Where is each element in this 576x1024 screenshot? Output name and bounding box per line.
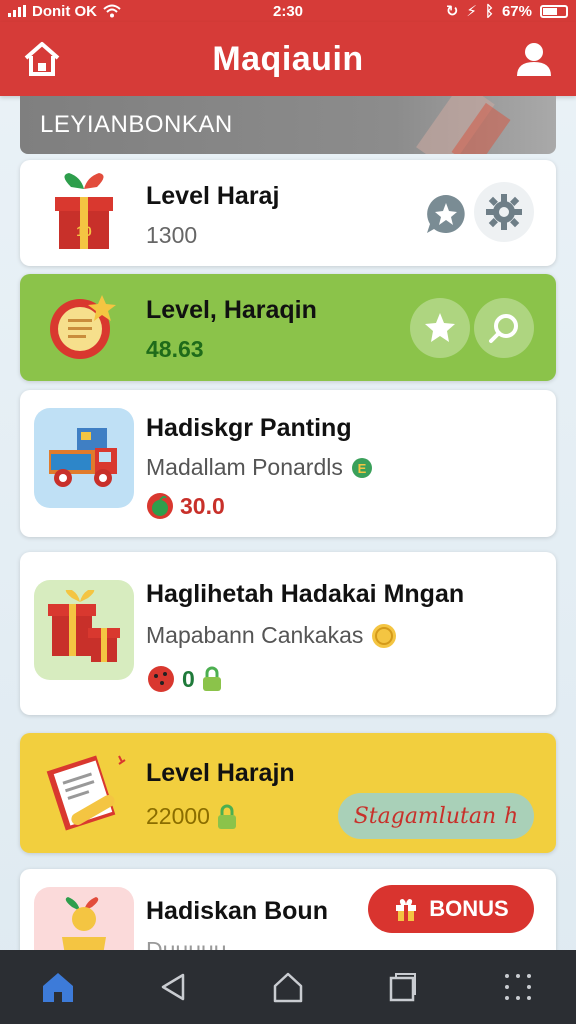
gift-icon — [396, 899, 417, 921]
status-left: Donit OK — [8, 3, 208, 20]
nav-home-button[interactable] — [28, 957, 88, 1017]
card-title: Hadiskan Boun — [146, 897, 328, 925]
chat-star-icon — [427, 195, 465, 233]
list-item-level-harajn[interactable]: Level Harajn 22000 Stagamlutan ℎ — [20, 733, 556, 853]
svg-text:10: 10 — [76, 223, 92, 239]
lock-icon — [217, 804, 236, 829]
bluetooth-icon: ᛒ — [484, 2, 494, 20]
search-icon — [489, 314, 518, 343]
card-subtitle: Madallam Ponardls E — [146, 454, 373, 481]
recents-icon — [389, 973, 417, 1002]
star-icon — [425, 313, 455, 342]
card-value: 48.63 — [146, 336, 204, 362]
card-title: Level Harajn — [146, 759, 295, 787]
list-item-level-haraqin[interactable]: Level, Haraqin 48.63 — [20, 274, 556, 381]
status-right: ↻ ⚡ ᛒ 67% — [368, 2, 568, 20]
card-value: 22000 — [146, 803, 210, 829]
app-header: Maqiauin — [0, 22, 576, 96]
profile-icon[interactable] — [514, 39, 554, 79]
card-value: 30.0 — [180, 492, 225, 519]
section-banner: LEYIANBONKAN — [20, 96, 556, 154]
gift-stack-icon — [34, 580, 134, 680]
lock-icon — [202, 666, 221, 691]
toy-truck-icon — [34, 408, 134, 508]
chevron-icon: ℎ — [504, 803, 519, 829]
certificate-icon — [34, 743, 134, 843]
card-title: Level, Haraqin — [146, 296, 317, 324]
page-title: Maqiauin — [212, 39, 364, 78]
wifi-icon — [103, 4, 121, 18]
nav-home-outline-button[interactable] — [258, 957, 318, 1017]
card-title: Haglihetah Hadakai Mngan — [146, 580, 465, 608]
svg-text:E: E — [358, 461, 367, 476]
back-icon — [161, 973, 185, 1001]
sync-icon: ↻ — [445, 3, 459, 20]
card-value-row: 30.0 — [146, 492, 225, 520]
coin-badge-icon: E — [351, 457, 372, 478]
gold-coin-icon — [372, 623, 397, 648]
list-item-level-haraj[interactable]: 10 Level Haraj 1300 — [20, 160, 556, 266]
ladybug-icon — [148, 666, 174, 692]
list-item-hadiskgr-panting[interactable]: Hadiskgr Panting Madallam Ponardls E 30.… — [20, 390, 556, 537]
card-subtitle: Mapabann Cankakas — [146, 622, 397, 649]
home-icon — [42, 973, 73, 1002]
card-value-row: 0 — [146, 664, 223, 694]
card-value: 1300 — [146, 222, 198, 248]
carrier-label: Donit OK — [32, 2, 97, 20]
home-outline-icon — [273, 972, 303, 1003]
signal-icon — [8, 5, 26, 17]
battery-label: 67% — [501, 2, 532, 20]
apple-coin-icon — [147, 493, 173, 519]
card-value-row: 22000 — [146, 803, 238, 830]
list-item-haglihetah[interactable]: Haglihetah Hadakai Mngan Mapabann Cankak… — [20, 552, 556, 715]
gift-box-icon: 10 — [34, 163, 134, 263]
stagamlutan-button[interactable]: Stagamlutan ℎ — [338, 793, 534, 839]
nav-recents-button[interactable] — [373, 957, 433, 1017]
nav-back-button[interactable] — [143, 957, 203, 1017]
card-title: Hadiskgr Panting — [146, 414, 352, 442]
home-icon[interactable] — [22, 39, 62, 79]
search-button[interactable] — [474, 298, 534, 358]
document-badge-icon — [34, 277, 134, 377]
bolt-icon: ⚡ — [466, 3, 477, 20]
status-time: 2:30 — [272, 2, 304, 20]
battery-icon — [540, 4, 568, 18]
settings-button[interactable] — [474, 182, 534, 242]
card-value: 0 — [182, 665, 195, 692]
menu-dots-icon — [505, 974, 532, 1000]
section-banner-label: LEYIANBONKAN — [40, 111, 233, 138]
banner-decoration-icon — [416, 96, 511, 154]
nav-menu-button[interactable] — [488, 957, 548, 1017]
bottom-nav — [0, 950, 576, 1024]
star-button[interactable] — [410, 298, 470, 358]
card-title: Level Haraj — [146, 182, 280, 210]
bonus-button[interactable]: BONUS — [368, 885, 534, 933]
chat-star-button[interactable] — [416, 184, 476, 244]
status-bar: Donit OK 2:30 ↻ ⚡ ᛒ 67% — [0, 0, 576, 22]
gear-icon — [486, 194, 522, 230]
